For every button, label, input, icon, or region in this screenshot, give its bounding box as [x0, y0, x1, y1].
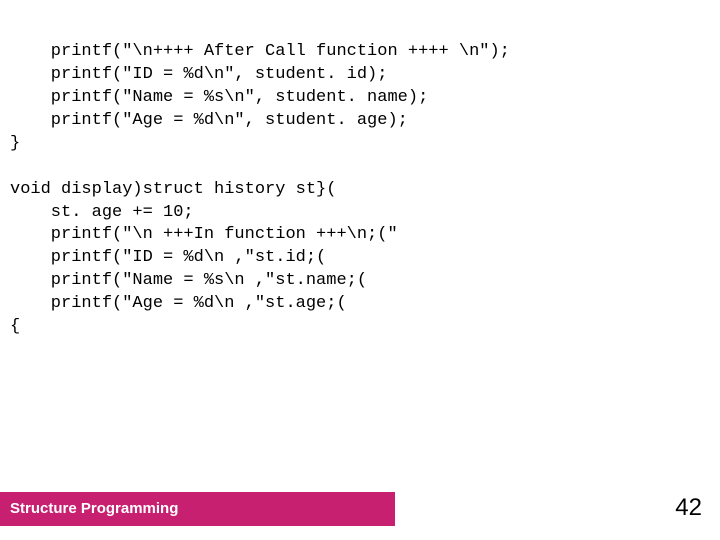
footer-label: Structure Programming: [10, 499, 178, 519]
code-line: printf("\n +++In function +++\n;(": [10, 225, 398, 244]
code-line: st. age += 10;: [10, 203, 194, 222]
code-line: printf("Age = %d\n", student. age);: [10, 111, 408, 130]
code-line: void display)struct history st}(: [10, 180, 336, 199]
code-line: printf("\n++++ After Call function ++++ …: [10, 42, 510, 61]
code-line: }: [10, 134, 20, 153]
code-block: printf("\n++++ After Call function ++++ …: [0, 0, 720, 339]
code-line: printf("Name = %s\n", student. name);: [10, 88, 428, 107]
code-line: printf("ID = %d\n", student. id);: [10, 65, 387, 84]
page-number: 42: [675, 492, 702, 524]
code-line: printf("Name = %s\n ,"st.name;(: [10, 271, 367, 290]
code-line: printf("ID = %d\n ,"st.id;(: [10, 248, 326, 267]
code-line: {: [10, 317, 20, 336]
slide-footer: Structure Programming 42: [0, 492, 720, 526]
code-line: printf("Age = %d\n ,"st.age;(: [10, 294, 347, 313]
footer-bar: Structure Programming: [0, 492, 395, 526]
